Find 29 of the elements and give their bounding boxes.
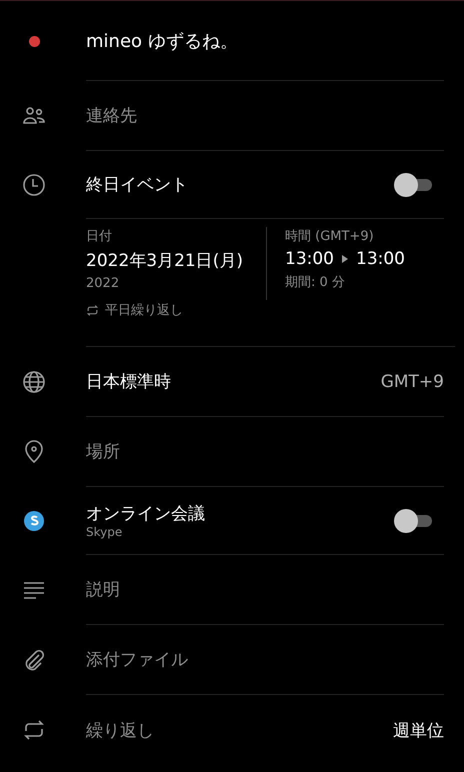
row-label: 終日イベント xyxy=(86,174,188,196)
duration-text: 期間: 0 分 xyxy=(285,274,346,291)
input-field[interactable]: 添付ファイル xyxy=(86,650,444,670)
globe-icon xyxy=(22,370,46,394)
time-label: 時間 (GMT+9) xyxy=(285,228,375,245)
row-value[interactable]: GMT+9 xyxy=(380,372,444,392)
row-label: 日本標準時 xyxy=(86,371,171,393)
skype-icon xyxy=(22,509,46,533)
clock-icon xyxy=(22,173,46,197)
date-label: 日付 xyxy=(86,228,113,245)
toggle-switch[interactable] xyxy=(394,172,432,196)
row-label: オンライン会議 xyxy=(86,503,205,525)
arrow-icon xyxy=(342,255,348,263)
input-field[interactable]: 連絡先 xyxy=(86,106,444,126)
toggle-switch[interactable] xyxy=(394,508,432,532)
row-sublabel: Skype xyxy=(86,525,124,539)
row-value[interactable]: 週単位 xyxy=(393,718,444,742)
location-pin-icon xyxy=(22,440,46,464)
event-title[interactable]: mineo ゆずるね。 xyxy=(86,28,238,52)
end-time[interactable]: 13:00 xyxy=(356,249,405,269)
row-label: 繰り返し xyxy=(86,720,154,742)
repeat-icon xyxy=(86,304,99,316)
date-value[interactable]: 2022年3月21日(月) xyxy=(86,249,256,272)
repeat-icon xyxy=(22,718,46,742)
repeat-note[interactable]: 平日繰り返し xyxy=(105,301,183,319)
year-text: 2022 xyxy=(86,276,120,291)
start-time[interactable]: 13:00 xyxy=(285,249,334,269)
input-field[interactable]: 説明 xyxy=(86,580,444,600)
input-field[interactable]: 場所 xyxy=(86,442,444,462)
